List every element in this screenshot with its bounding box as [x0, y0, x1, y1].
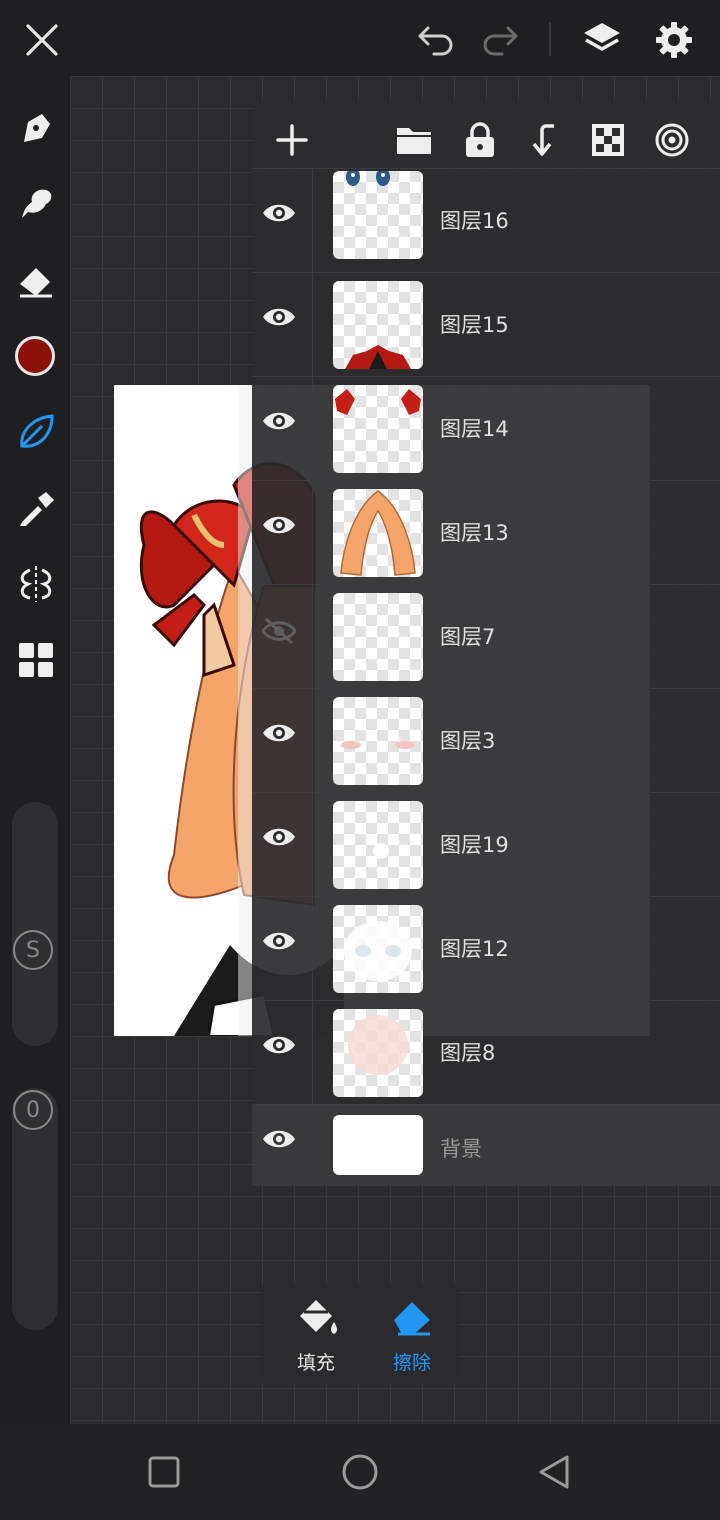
row-separator — [312, 689, 313, 793]
row-separator — [312, 585, 313, 689]
eye-hidden-icon[interactable] — [261, 617, 302, 657]
layer-name: 背景 — [440, 1137, 482, 1161]
layer-name: 图层12 — [440, 937, 509, 961]
pen-tool-icon[interactable] — [14, 106, 58, 150]
layer-thumbnail — [333, 1115, 423, 1175]
size-indicator: S — [13, 930, 53, 970]
layer-row-19[interactable]: 图层19 — [252, 792, 720, 897]
eye-icon[interactable] — [262, 721, 302, 761]
leaf-brush-icon[interactable] — [14, 410, 58, 454]
layer-row-12[interactable]: 图层12 — [252, 896, 720, 1001]
row-separator — [312, 481, 313, 585]
fill-erase-popup: 填充 擦除 — [260, 1284, 460, 1384]
erase-button[interactable]: 擦除 — [364, 1284, 460, 1384]
layer-row-background[interactable]: 背景 — [252, 1104, 720, 1186]
row-separator — [312, 377, 313, 481]
row-separator — [312, 1001, 313, 1105]
folder-icon[interactable] — [394, 120, 434, 160]
layer-row-8[interactable]: 图层8 — [252, 1000, 720, 1105]
eraser-tool-icon — [394, 1302, 430, 1336]
target-icon[interactable] — [652, 120, 692, 160]
layer-name: 图层7 — [440, 625, 496, 649]
eye-icon[interactable] — [262, 409, 302, 449]
layer-row-16[interactable]: 图层16 — [252, 168, 720, 273]
home-icon[interactable] — [338, 1450, 382, 1494]
layer-row-15[interactable]: 图层15 — [252, 272, 720, 377]
row-separator — [312, 169, 313, 273]
layer-row-7[interactable]: 图层7 — [252, 584, 720, 689]
layer-thumbnail — [333, 489, 423, 577]
eyedropper-icon[interactable] — [14, 486, 58, 530]
recent-apps-icon[interactable] — [144, 1452, 184, 1492]
layers-panel: 图层16 图层15 图层14 图层13 图层7 图层3 图层19 图层12 图层… — [252, 100, 720, 1186]
layer-name: 图层19 — [440, 833, 509, 857]
close-icon[interactable] — [20, 18, 64, 62]
layer-thumbnail — [333, 697, 423, 785]
layer-name: 图层16 — [440, 209, 509, 233]
brush-size-slider[interactable] — [12, 802, 58, 1046]
transparency-icon[interactable] — [588, 120, 628, 160]
eye-icon[interactable] — [262, 1033, 302, 1073]
fill-button[interactable]: 填充 — [268, 1284, 364, 1384]
merge-down-icon[interactable] — [524, 120, 564, 160]
eye-icon[interactable] — [262, 1127, 302, 1167]
row-separator — [312, 897, 313, 1001]
layer-row-14[interactable]: 图层14 — [252, 376, 720, 481]
system-nav-bar — [0, 1424, 720, 1520]
add-icon[interactable] — [272, 120, 312, 160]
layer-thumbnail — [333, 171, 423, 259]
eye-icon[interactable] — [262, 825, 302, 865]
grid-icon[interactable] — [14, 638, 58, 682]
layer-name: 图层15 — [440, 313, 509, 337]
layer-row-3[interactable]: 图层3 — [252, 688, 720, 793]
left-toolbar: S 0 — [0, 76, 70, 1424]
layer-name: 图层14 — [440, 417, 509, 441]
opacity-indicator: 0 — [13, 1090, 53, 1130]
symmetry-icon[interactable] — [14, 562, 58, 606]
layer-thumbnail — [333, 905, 423, 993]
layer-thumbnail — [333, 281, 423, 369]
eye-icon[interactable] — [262, 929, 302, 969]
smudge-icon[interactable] — [14, 182, 58, 226]
fill-label: 填充 — [296, 1352, 335, 1374]
layer-row-13[interactable]: 图层13 — [252, 480, 720, 585]
layer-thumbnail — [333, 1009, 423, 1097]
toolbar-divider — [549, 22, 551, 56]
back-icon[interactable] — [534, 1452, 574, 1492]
row-separator — [312, 273, 313, 377]
layer-thumbnail — [333, 385, 423, 473]
eraser-icon[interactable] — [14, 260, 58, 304]
undo-icon[interactable] — [414, 20, 458, 60]
layer-name: 图层3 — [440, 729, 496, 753]
color-swatch[interactable] — [12, 333, 58, 379]
erase-label: 擦除 — [392, 1352, 431, 1374]
current-color-circle — [15, 336, 55, 376]
top-bar — [0, 0, 720, 76]
row-separator — [312, 793, 313, 897]
settings-icon[interactable] — [650, 16, 698, 64]
layer-thumbnail — [333, 593, 423, 681]
layer-name: 图层13 — [440, 521, 509, 545]
layer-name: 图层8 — [440, 1041, 496, 1065]
eye-icon[interactable] — [262, 513, 302, 553]
layer-thumbnail — [333, 801, 423, 889]
layers-icon[interactable] — [578, 16, 626, 64]
paint-bucket-icon — [300, 1300, 337, 1334]
lock-icon[interactable] — [460, 120, 500, 160]
eye-icon[interactable] — [262, 201, 302, 241]
eye-icon[interactable] — [262, 305, 302, 345]
redo-icon[interactable] — [478, 20, 522, 60]
